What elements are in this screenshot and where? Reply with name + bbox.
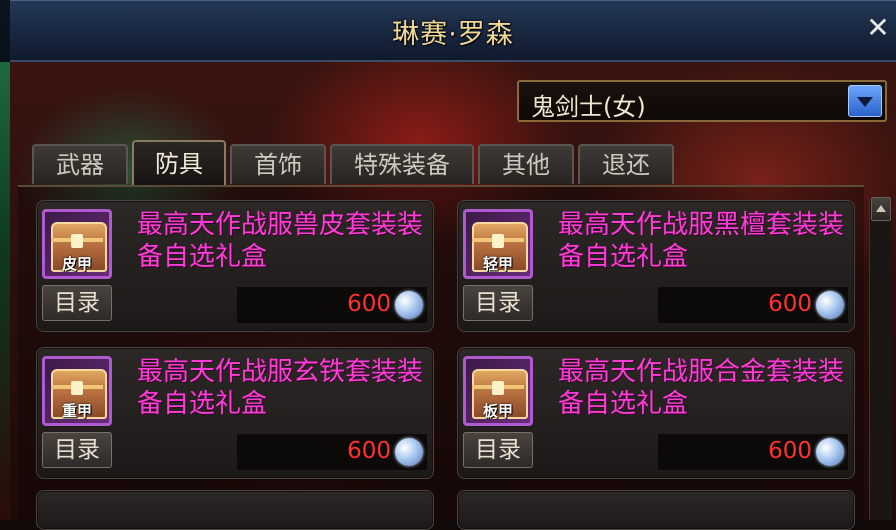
chest-box-icon[interactable]: 皮甲	[42, 209, 112, 279]
item-name: 最高天作战服兽皮套装装备自选礼盒	[137, 210, 424, 272]
item-price: 600	[768, 291, 812, 317]
class-select-dropdown[interactable]: 鬼剑士(女)	[517, 80, 887, 122]
item-price: 600	[347, 291, 391, 317]
close-icon[interactable]: ✕	[864, 14, 892, 42]
shop-item-card[interactable]: 板甲 最高天作战服合金套装装备自选礼盒 目录 600	[457, 347, 855, 479]
item-icon-label: 皮甲	[61, 255, 92, 273]
coin-icon	[816, 291, 844, 319]
shop-item-card[interactable]: 轻甲 最高天作战服黑檀套装装备自选礼盒 目录 600	[457, 200, 855, 332]
item-icon-label: 轻甲	[482, 255, 513, 273]
catalog-button[interactable]: 目录	[463, 432, 533, 468]
shop-item-card-partial[interactable]	[457, 490, 855, 530]
shop-item-card[interactable]: 重甲 最高天作战服玄铁套装装备自选礼盒 目录 600	[36, 347, 434, 479]
tab-armor[interactable]: 防具	[132, 140, 226, 186]
item-name: 最高天作战服玄铁套装装备自选礼盒	[137, 357, 424, 419]
background-edge	[0, 62, 10, 520]
item-icon-label: 板甲	[482, 402, 513, 420]
item-price: 600	[347, 438, 391, 464]
coin-icon	[395, 438, 423, 466]
tab-return[interactable]: 退还	[578, 144, 674, 184]
chest-box-icon[interactable]: 轻甲	[463, 209, 533, 279]
tab-other[interactable]: 其他	[478, 144, 574, 184]
price-field: 600	[658, 434, 848, 470]
scroll-up-icon[interactable]	[871, 197, 891, 221]
catalog-button[interactable]: 目录	[42, 285, 112, 321]
coin-icon	[816, 438, 844, 466]
price-field: 600	[658, 287, 848, 323]
scrollbar[interactable]	[869, 197, 892, 520]
price-field: 600	[237, 434, 427, 470]
price-field: 600	[237, 287, 427, 323]
item-price: 600	[768, 438, 812, 464]
item-name: 最高天作战服黑檀套装装备自选礼盒	[558, 210, 845, 272]
chevron-down-icon[interactable]	[848, 85, 882, 117]
item-name: 最高天作战服合金套装装备自选礼盒	[558, 357, 845, 419]
item-icon-label: 重甲	[61, 402, 92, 420]
tab-accessory[interactable]: 首饰	[230, 144, 326, 184]
tab-special-equipment[interactable]: 特殊装备	[330, 144, 474, 184]
shop-item-card-partial[interactable]	[36, 490, 434, 530]
window-title: 琳赛·罗森	[392, 19, 514, 50]
class-select-value: 鬼剑士(女)	[531, 93, 646, 121]
chest-box-icon[interactable]: 重甲	[42, 356, 112, 426]
tab-weapon[interactable]: 武器	[32, 144, 128, 184]
chest-box-icon[interactable]: 板甲	[463, 356, 533, 426]
catalog-button[interactable]: 目录	[42, 432, 112, 468]
shop-item-card[interactable]: 皮甲 最高天作战服兽皮套装装备自选礼盒 目录 600	[36, 200, 434, 332]
catalog-button[interactable]: 目录	[463, 285, 533, 321]
window-edge	[0, 0, 10, 62]
title-bar[interactable]: 琳赛·罗森 ✕	[10, 0, 896, 62]
coin-icon	[395, 291, 423, 319]
